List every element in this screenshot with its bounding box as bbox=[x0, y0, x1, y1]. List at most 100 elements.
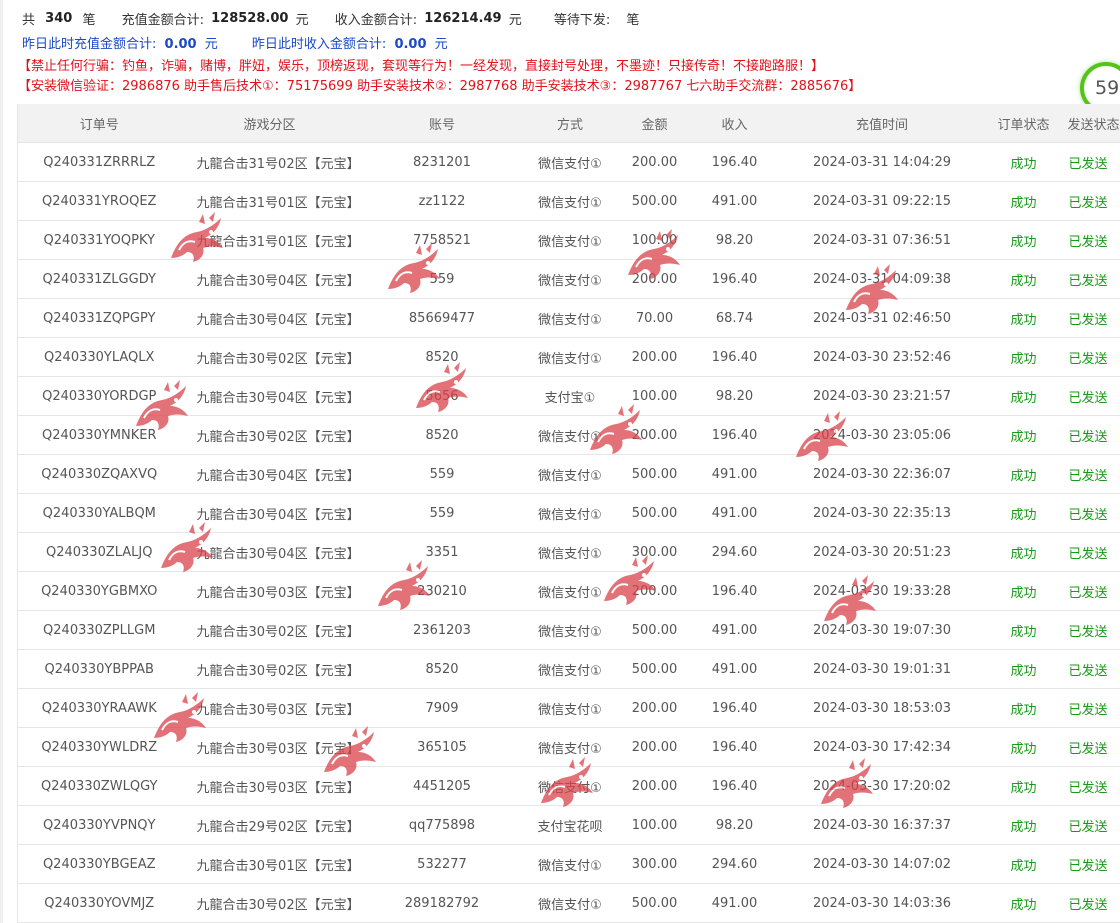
table-row[interactable]: Q240330YALBQM 九龍合击30号04区【元宝】 559 微信支付① 500.0… bbox=[17, 493, 1120, 533]
send-status-cell: 已发送 bbox=[1057, 493, 1120, 533]
account-cell: 85669477 bbox=[358, 298, 526, 338]
table-row[interactable]: Q240330YORDGP 九龍合击30号04区【元宝】 5656 支付宝① 100.0… bbox=[17, 376, 1120, 416]
table-row[interactable]: Q240330YGBMXO 九龍合击30号03区【元宝】 230210 微信支付① 20… bbox=[17, 571, 1120, 611]
amount-cell: 200.00 bbox=[614, 142, 695, 182]
table-row[interactable]: Q240330ZPLLGM 九龍合击30号02区【元宝】 2361203 微信支付① 5… bbox=[17, 610, 1120, 650]
yesterday-summary: 昨日此时充值金额合计: 0.00 元 昨日此时收入金额合计: 0.00 元 bbox=[22, 33, 448, 52]
income-cell: 491.00 bbox=[694, 454, 775, 494]
table-row[interactable]: Q240330YLAQLX 九龍合击30号02区【元宝】 8520 微信支付① 200.… bbox=[17, 337, 1120, 377]
game-zone-cell: 九龍合击29号02区【元宝】 bbox=[180, 805, 359, 845]
order-status-cell: 成功 bbox=[989, 805, 1058, 845]
send-status-cell: 已发送 bbox=[1057, 220, 1120, 260]
game-zone-cell: 九龍合击30号03区【元宝】 bbox=[180, 766, 359, 806]
pay-method-cell: 微信支付① bbox=[525, 493, 615, 533]
recharge-time-cell: 2024-03-30 20:51:23 bbox=[774, 532, 990, 572]
amount-cell: 200.00 bbox=[614, 415, 695, 455]
order-status-cell: 成功 bbox=[989, 259, 1058, 299]
left-border bbox=[0, 0, 3, 923]
pay-method-cell: 支付宝① bbox=[525, 376, 615, 416]
send-status-cell: 已发送 bbox=[1057, 649, 1120, 689]
table-row[interactable]: Q240330ZLALJQ 九龍合击30号04区【元宝】 3351 微信支付① 300.… bbox=[17, 532, 1120, 572]
game-zone-cell: 九龍合击30号02区【元宝】 bbox=[180, 649, 359, 689]
game-zone-cell: 九龍合击30号04区【元宝】 bbox=[180, 298, 359, 338]
table-row[interactable]: Q240330YWLDRZ 九龍合击30号03区【元宝】 365105 微信支付① 20… bbox=[17, 727, 1120, 767]
order-id-cell: Q240330YGBMXO bbox=[17, 571, 181, 611]
amount-cell: 500.00 bbox=[614, 493, 695, 533]
col-header-income[interactable]: 收入 bbox=[694, 104, 775, 143]
table-row[interactable]: Q240330YBPPAB 九龍合击30号02区【元宝】 8520 微信支付① 500.… bbox=[17, 649, 1120, 689]
account-cell: qq775898 bbox=[358, 805, 526, 845]
recharge-time-cell: 2024-03-30 17:20:02 bbox=[774, 766, 990, 806]
recharge-total-label: 充值金额合计: bbox=[121, 13, 204, 28]
table-row[interactable]: Q240330YBGEAZ 九龍合击30号01区【元宝】 532277 微信支付① 30… bbox=[17, 844, 1120, 884]
game-zone-cell: 九龍合击30号04区【元宝】 bbox=[180, 493, 359, 533]
table-row[interactable]: Q240330ZQAXVQ 九龍合击30号04区【元宝】 559 微信支付① 500.0… bbox=[17, 454, 1120, 494]
income-cell: 68.74 bbox=[694, 298, 775, 338]
income-cell: 196.40 bbox=[694, 142, 775, 182]
order-id-cell: Q240331ZQPGPY bbox=[17, 298, 181, 338]
pay-method-cell: 微信支付① bbox=[525, 844, 615, 884]
order-id-cell: Q240330YWLDRZ bbox=[17, 727, 181, 767]
col-header-game-zone[interactable]: 游戏分区 bbox=[180, 104, 359, 143]
pay-method-cell: 微信支付① bbox=[525, 142, 615, 182]
order-id-cell: Q240330YORDGP bbox=[17, 376, 181, 416]
col-header-order-id[interactable]: 订单号 bbox=[17, 104, 181, 143]
order-id-cell: Q240330YBGEAZ bbox=[17, 844, 181, 884]
table-row[interactable]: Q240331YOQPKY 九龍合击31号01区【元宝】 7758521 微信支付① 1… bbox=[17, 220, 1120, 260]
table-row[interactable]: Q240331YROQEZ 九龍合击31号01区【元宝】 zz1122 微信支付① 50… bbox=[17, 181, 1120, 221]
recharge-time-cell: 2024-03-30 23:21:57 bbox=[774, 376, 990, 416]
col-header-order-status[interactable]: 订单状态 bbox=[989, 104, 1058, 143]
table-row[interactable]: Q240331ZLGGDY 九龍合击30号04区【元宝】 559 微信支付① 200.0… bbox=[17, 259, 1120, 299]
order-id-cell: Q240331YOQPKY bbox=[17, 220, 181, 260]
order-status-cell: 成功 bbox=[989, 376, 1058, 416]
recharge-total-value: 128528.00 bbox=[211, 11, 289, 26]
order-status-cell: 成功 bbox=[989, 727, 1058, 767]
recharge-time-cell: 2024-03-30 14:03:36 bbox=[774, 883, 990, 923]
send-status-cell: 已发送 bbox=[1057, 376, 1120, 416]
pay-method-cell: 微信支付① bbox=[525, 220, 615, 260]
account-cell: 532277 bbox=[358, 844, 526, 884]
yesterday-recharge-unit: 元 bbox=[204, 37, 218, 52]
account-cell: 289182792 bbox=[358, 883, 526, 923]
col-header-send-status[interactable]: 发送状态 bbox=[1057, 104, 1120, 143]
yesterday-income-value: 0.00 bbox=[394, 37, 427, 52]
order-id-cell: Q240331ZRRRLZ bbox=[17, 142, 181, 182]
send-status-cell: 已发送 bbox=[1057, 610, 1120, 650]
send-status-cell: 已发送 bbox=[1057, 532, 1120, 572]
table-row[interactable]: Q240330ZWLQGY 九龍合击30号03区【元宝】 4451205 微信支付① 2… bbox=[17, 766, 1120, 806]
yesterday-recharge-value: 0.00 bbox=[164, 37, 197, 52]
account-cell: 8520 bbox=[358, 337, 526, 377]
send-status-cell: 已发送 bbox=[1057, 142, 1120, 182]
badge-number: 59 bbox=[1095, 77, 1120, 99]
pay-method-cell: 微信支付① bbox=[525, 688, 615, 728]
recharge-time-cell: 2024-03-30 23:52:46 bbox=[774, 337, 990, 377]
account-cell: 8520 bbox=[358, 415, 526, 455]
order-status-cell: 成功 bbox=[989, 766, 1058, 806]
table-row[interactable]: Q240330YRAAWK 九龍合击30号03区【元宝】 7909 微信支付① 200.… bbox=[17, 688, 1120, 728]
table-row[interactable]: Q240331ZRRRLZ 九龍合击31号02区【元宝】 8231201 微信支付① 2… bbox=[17, 142, 1120, 182]
table-row[interactable]: Q240330YVPNQY 九龍合击29号02区【元宝】 qq775898 支付宝花呗… bbox=[17, 805, 1120, 845]
send-status-cell: 已发送 bbox=[1057, 181, 1120, 221]
send-status-cell: 已发送 bbox=[1057, 883, 1120, 923]
recharge-time-cell: 2024-03-30 16:37:37 bbox=[774, 805, 990, 845]
amount-cell: 500.00 bbox=[614, 181, 695, 221]
income-cell: 294.60 bbox=[694, 844, 775, 884]
col-header-account[interactable]: 账号 bbox=[358, 104, 526, 143]
warning-notice: 【禁止任何行骗：钓鱼，诈骗，赌博，胖妞，娱乐，顶榜返现，套现等行为！一经发现，直… bbox=[18, 59, 825, 74]
pay-method-cell: 微信支付① bbox=[525, 883, 615, 923]
order-status-cell: 成功 bbox=[989, 532, 1058, 572]
col-header-amount[interactable]: 金额 bbox=[614, 104, 695, 143]
col-header-method[interactable]: 方式 bbox=[525, 104, 615, 143]
recharge-time-cell: 2024-03-30 19:33:28 bbox=[774, 571, 990, 611]
amount-cell: 500.00 bbox=[614, 649, 695, 689]
game-zone-cell: 九龍合击30号01区【元宝】 bbox=[180, 844, 359, 884]
order-status-cell: 成功 bbox=[989, 415, 1058, 455]
table-row[interactable]: Q240330YOVMJZ 九龍合击30号02区【元宝】 289182792 微信支付… bbox=[17, 883, 1120, 923]
table-row[interactable]: Q240331ZQPGPY 九龍合击30号04区【元宝】 85669477 微信支付①… bbox=[17, 298, 1120, 338]
account-cell: 559 bbox=[358, 493, 526, 533]
income-cell: 196.40 bbox=[694, 415, 775, 455]
table-row[interactable]: Q240330YMNKER 九龍合击30号02区【元宝】 8520 微信支付① 200.… bbox=[17, 415, 1120, 455]
amount-cell: 70.00 bbox=[614, 298, 695, 338]
recharge-time-cell: 2024-03-31 02:46:50 bbox=[774, 298, 990, 338]
col-header-time[interactable]: 充值时间 bbox=[774, 104, 990, 143]
